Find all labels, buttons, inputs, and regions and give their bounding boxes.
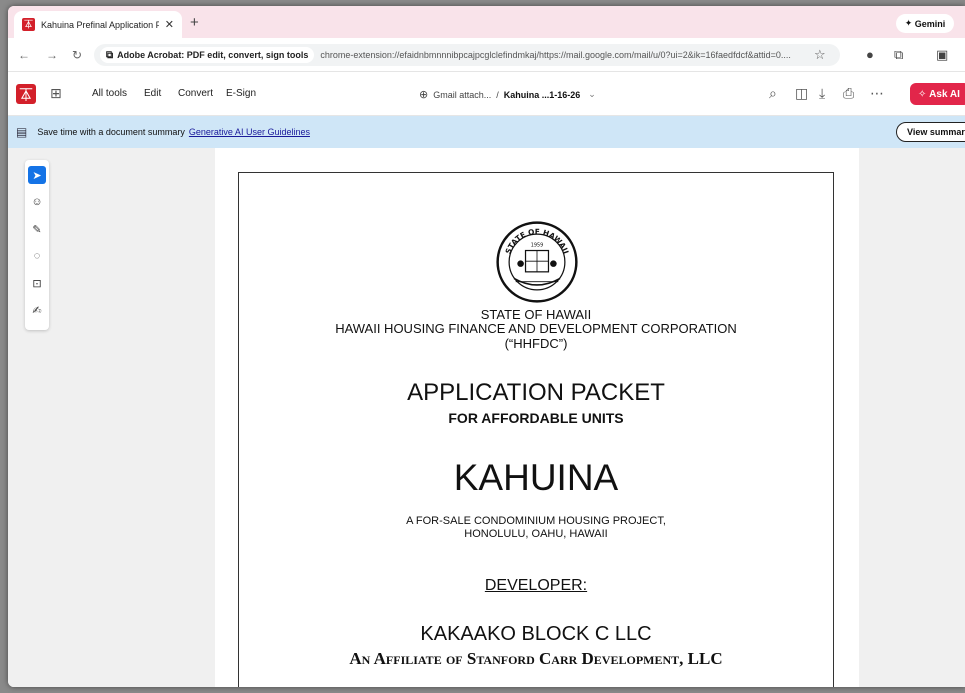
- browser-tab[interactable]: ⏄ Kahuina Prefinal Application Pa... ✕: [14, 11, 182, 38]
- address-bar[interactable]: ⧉ Adobe Acrobat: PDF edit, convert, sign…: [94, 44, 840, 66]
- ask-ai-button[interactable]: ✧ Ask AI: [910, 83, 965, 105]
- extension-chip[interactable]: ⧉ Adobe Acrobat: PDF edit, convert, sign…: [100, 47, 315, 63]
- pdf-page: STATE OF HAWAII 1959 STATE OF HAWAII HAW…: [215, 148, 859, 687]
- breadcrumb-separator: /: [496, 89, 499, 100]
- page-view-icon[interactable]: ◫: [795, 85, 808, 102]
- chevron-down-icon[interactable]: ⌄: [588, 89, 596, 100]
- reload-icon[interactable]: ↻: [72, 48, 82, 62]
- view-summary-button[interactable]: View summary: [896, 122, 965, 142]
- record-icon[interactable]: ●: [866, 47, 874, 62]
- doc-corporation-line: HAWAII HOUSING FINANCE AND DEVELOPMENT C…: [335, 321, 737, 336]
- acrobat-logo-icon[interactable]: ⏄: [16, 84, 36, 104]
- download-icon[interactable]: ⤓: [819, 85, 825, 102]
- text-box-icon[interactable]: ⊡: [28, 274, 46, 292]
- doc-developer-label: DEVELOPER:: [484, 577, 588, 594]
- menu-all-tools[interactable]: All tools: [92, 88, 127, 99]
- svg-text:1959: 1959: [531, 242, 544, 248]
- breadcrumb-parent[interactable]: Gmail attach...: [433, 90, 491, 100]
- doc-description-line-1: A FOR-SALE CONDOMINIUM HOUSING PROJECT,: [406, 515, 666, 527]
- gemini-button[interactable]: ✦ Gemini: [896, 14, 954, 33]
- bookmark-star-icon[interactable]: ☆: [814, 47, 826, 63]
- select-cursor-icon[interactable]: ➤: [28, 166, 46, 184]
- annotation-toolbar: ➤ ☺ ✎ ◌ ⊡ ✍: [25, 160, 49, 330]
- browser-window: ⏄ Kahuina Prefinal Application Pa... ✕ +…: [8, 6, 965, 687]
- new-tab-button[interactable]: +: [190, 14, 199, 31]
- hawaii-state-seal-icon: STATE OF HAWAII 1959: [496, 221, 578, 303]
- url-text[interactable]: chrome-extension://efaidnbmnnnibpcajpcgl…: [320, 50, 791, 60]
- menu-esign[interactable]: E-Sign: [226, 88, 256, 99]
- banner-text: Save time with a document summary: [37, 127, 185, 137]
- doc-affiliate-line: An Affiliate of Stanford Carr Developmen…: [349, 649, 723, 668]
- doc-state-line: STATE OF HAWAII: [480, 307, 592, 322]
- document-summary-icon: ▤: [16, 125, 28, 139]
- back-icon[interactable]: ←: [18, 48, 30, 62]
- fill-sign-icon[interactable]: ✍: [28, 301, 46, 319]
- more-icon[interactable]: ⋯: [870, 85, 884, 102]
- doc-description-line-2: HONOLULU, OAHU, HAWAII: [464, 528, 608, 540]
- lasso-icon[interactable]: ◌: [28, 247, 46, 265]
- breadcrumb-current[interactable]: Kahuina ...1-16-26: [504, 90, 581, 100]
- pen-icon[interactable]: ✎: [28, 220, 46, 238]
- gemini-label: Gemini: [914, 18, 946, 29]
- pdf-icon: ⏄: [22, 18, 35, 31]
- document-workspace: ➤ ☺ ✎ ◌ ⊡ ✍ STATE OF HAWAII 1959 STATE O…: [8, 148, 965, 687]
- cast-icon[interactable]: ▣: [936, 47, 948, 63]
- puzzle-icon: ⧉: [106, 49, 114, 61]
- extensions-icon[interactable]: ⧉: [894, 47, 903, 63]
- doc-developer-name: KAKAAKO BLOCK C LLC: [420, 623, 652, 645]
- page-frame: STATE OF HAWAII 1959 STATE OF HAWAII HAW…: [238, 172, 834, 687]
- breadcrumb[interactable]: ⊕ Gmail attach... / Kahuina ...1-16-26 ⌄: [419, 88, 596, 101]
- menu-edit[interactable]: Edit: [144, 88, 161, 99]
- comment-icon[interactable]: ☺: [28, 193, 46, 211]
- doc-packet-title: APPLICATION PACKET: [407, 379, 665, 406]
- doc-abbrev-line: (“HHFDC”): [504, 336, 568, 351]
- search-icon[interactable]: ⌕: [769, 85, 777, 102]
- extension-name: Adobe Acrobat: PDF edit, convert, sign t…: [117, 50, 309, 60]
- browser-toolbar: ← → ↻ ⧉ Adobe Acrobat: PDF edit, convert…: [8, 38, 965, 72]
- globe-icon: ⊕: [419, 89, 429, 101]
- forward-icon[interactable]: →: [46, 48, 58, 62]
- summary-banner: ▤ Save time with a document summary Gene…: [8, 116, 965, 148]
- doc-project-name: KAHUINA: [453, 457, 619, 498]
- sparkle-icon: ✦: [904, 18, 915, 28]
- menu-convert[interactable]: Convert: [178, 88, 213, 99]
- print-icon[interactable]: ⎙: [843, 85, 854, 102]
- tab-title: Kahuina Prefinal Application Pa...: [41, 19, 159, 30]
- ask-ai-label: Ask AI: [929, 88, 960, 100]
- guidelines-link[interactable]: Generative AI User Guidelines: [189, 127, 310, 137]
- all-tools-grid-icon[interactable]: ⊞: [50, 85, 62, 102]
- tab-strip: ⏄ Kahuina Prefinal Application Pa... ✕ +…: [8, 6, 965, 38]
- ai-chat-icon: ✧: [918, 88, 930, 100]
- doc-packet-subtitle: FOR AFFORDABLE UNITS: [448, 410, 624, 426]
- close-icon[interactable]: ✕: [165, 18, 174, 31]
- acrobat-toolbar: ⏄ ⊞ All tools Edit Convert E-Sign ⊕ Gmai…: [8, 72, 965, 116]
